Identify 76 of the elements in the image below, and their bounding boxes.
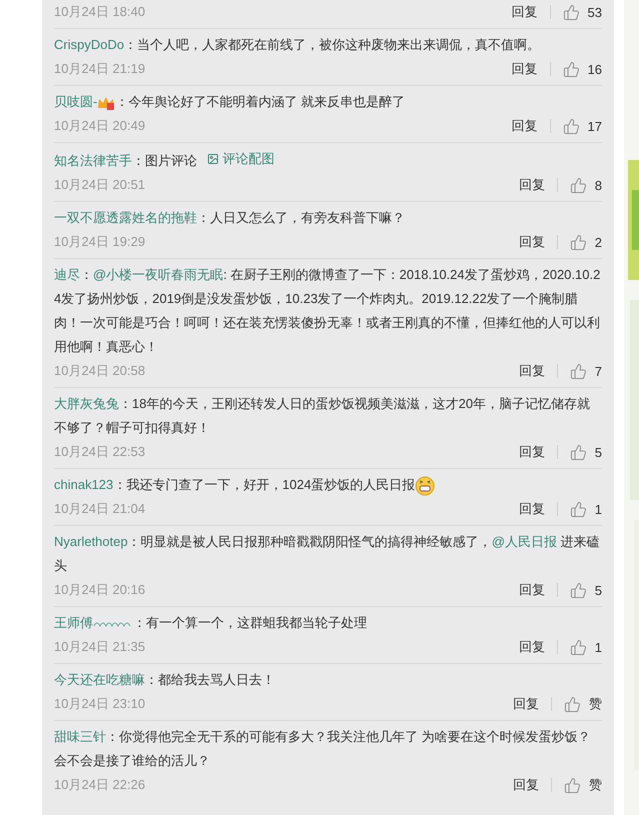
reply-link[interactable]: 回复 [518,443,545,461]
thumbs-up-icon[interactable] [564,696,581,712]
comment-text: 迪尽：@小楼一夜听春雨无眠: 在厨子王刚的微博查了一下：2018.10.24发了蛋炒鸡，2020.10.24发了扬州炒饭，2019倒是没发蛋炒饭，10.23发了一个炸肉丸。2019.12.22发了一个腌制腊肉！一次可能是巧合！呵呵！还在装充愣装傻扮无辜！或者王刚真的不懂，但捧红他的人可以利用他啊！真恶心！ [54,266,602,356]
like-count: 8 [594,178,602,192]
comment-text: 知名法律苦手：图片评论 评论配图 [54,147,602,173]
thumbs-up-icon[interactable] [570,582,587,598]
like-count: 5 [594,444,602,460]
crown-badge-icon [97,94,116,111]
thumbs-up-icon[interactable] [570,362,587,380]
comment-time: 10月24日 22:26 [54,776,146,794]
comment-time: 10月24日 22:53 [54,443,146,461]
reply-link[interactable]: 回复 [512,60,538,78]
grin-emoji-icon [415,476,436,496]
reply-link[interactable]: 回复 [518,176,545,194]
thumbs-up-icon[interactable] [564,776,581,794]
mention-link[interactable]: @人民日报 [492,534,557,549]
like-count: 赞 [589,695,602,713]
comment-text: 大胖灰兔兔：18年的今天，王刚还转发人日的蛋炒饭视频美滋滋，这才20年，脑子记忆储存就不够了？帽子可扣得真好！ [54,395,591,437]
thumbs-up-icon[interactable] [562,118,580,134]
comment-time: 10月24日 20:58 [54,362,146,380]
comment-text: chinak123：我还专门查了一下，好开，1024蛋炒饭的人民日报 [54,473,602,497]
comment-time: 10月24日 23:10 [54,695,146,713]
like-count: 17 [588,118,602,134]
comment-text: 贝吱圆- ：今年舆论好了不能明着内涵了 就来反串也是醉了 [54,93,406,113]
image-link[interactable]: 评论配图 [206,147,275,171]
like-count: 1 [594,502,602,516]
like-count: 53 [588,4,602,20]
user-name-link[interactable]: 一双不愿透露姓名的拖鞋 [54,210,197,225]
comment-time: 10月24日 20:49 [54,117,146,135]
comment-text: CrispyDoDo：当个人吧，人家都死在前线了，被你这种废物来出来调侃，真不值啊。 [54,36,542,54]
comment-text: Nyarlethotep：明显就是被人民日报那种暗戳戳阴阳怪气的搞得神经敏感了，@人民日报 进来磕头 [54,533,601,575]
user-name-link[interactable]: chinak123 [54,477,114,492]
user-name-link[interactable]: 贝吱圆- [54,94,98,109]
comment-time: 10月24日 20:16 [54,581,146,599]
comment-time: 10月24日 21:35 [54,638,146,656]
comment-time: 10月24日 21:19 [54,60,146,78]
reply-link[interactable]: 回复 [512,3,538,21]
user-name-link[interactable]: 甜味三针 [54,729,106,744]
like-count: 1 [594,640,602,654]
reply-link[interactable]: 回复 [518,233,545,251]
image-icon [206,153,219,165]
comment-time: 10月24日 21:04 [54,500,146,518]
comment-text: 今天还在吃糖嘛：都给我去骂人日去！ [54,671,276,689]
like-count: 16 [588,62,602,76]
comment-time: 10月24日 18:40 [54,3,146,21]
mention-link[interactable]: @小楼一夜听春雨无眠 [93,267,224,282]
user-name-link[interactable]: 大胖灰兔兔 [54,396,119,411]
comment-time: 10月24日 19:29 [54,233,146,251]
comment-text: 甜味三针：你觉得他完全无干系的可能有多大？我关注他几年了 为啥要在这个时候发蛋炒饭？会不会是接了谁给的活儿？ [54,728,592,770]
user-name-link[interactable]: Nyarlethotep [54,534,128,549]
user-name-link[interactable]: 迪尽 [54,267,80,282]
thumbs-up-icon[interactable] [562,4,580,20]
comment-text: 一双不愿透露姓名的拖鞋：人日又怎么了，有旁友科普下嘛？ [54,209,406,227]
thumbs-up-icon[interactable] [570,444,587,460]
thumbs-up-icon[interactable] [562,60,580,78]
like-count: 5 [594,582,602,598]
thumbs-up-icon[interactable] [570,176,587,194]
thumbs-up-icon[interactable] [570,638,587,656]
reply-link[interactable]: 回复 [518,362,545,380]
like-count: 7 [594,364,602,378]
user-name-link[interactable]: 知名法律苦手 [54,153,132,168]
like-count: 2 [594,234,602,250]
reply-link[interactable]: 回复 [513,695,539,713]
user-name-link[interactable]: 王师傅 [54,615,93,630]
comment-text: 王师傅 ：有一个算一个，这群蛆我都当轮子处理 [54,614,368,632]
reply-link[interactable]: 回复 [512,117,538,135]
thumbs-up-icon[interactable] [570,500,587,518]
comment-time: 10月24日 20:51 [54,176,146,194]
reply-link[interactable]: 回复 [518,581,545,599]
reply-link[interactable]: 回复 [518,638,545,656]
like-count: 赞 [589,776,602,794]
user-name-link[interactable]: CrispyDoDo [54,37,124,52]
user-name-link[interactable]: 今天还在吃糖嘛 [54,672,145,687]
reply-link[interactable]: 回复 [518,500,545,518]
thumbs-up-icon[interactable] [570,234,587,250]
reply-link[interactable]: 回复 [513,776,539,794]
